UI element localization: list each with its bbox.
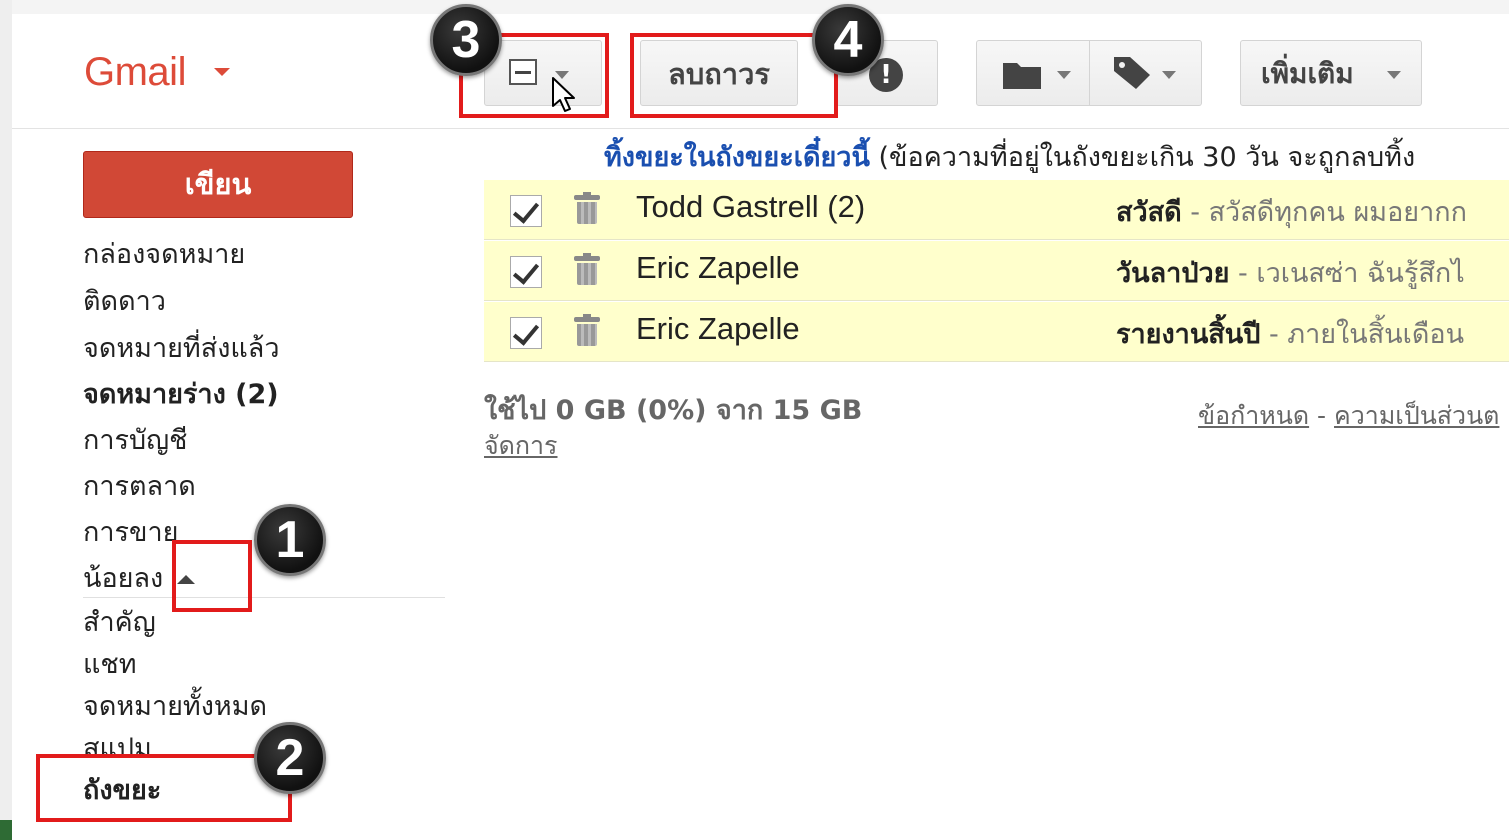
footer-links: ข้อกำหนด - ความเป็นส่วนต (1198, 396, 1499, 436)
folder-icon (1003, 63, 1041, 89)
table-row[interactable]: Eric Zapelle วันลาป่วย - เวเนสซ่า ฉันรู้… (484, 241, 1509, 301)
storage-usage: ใช้ไป 0 GB (0%) จาก 15 GB (484, 395, 863, 426)
tag-icon (1114, 57, 1150, 89)
move-to-button[interactable] (976, 40, 1090, 106)
window-top-strip (0, 0, 1509, 14)
sidebar-item-sent[interactable]: จดหมายที่ส่งแล้ว (83, 331, 280, 367)
trash-icon (574, 192, 600, 225)
sidebar-item-drafts[interactable]: จดหมายร่าง (2) (83, 377, 279, 413)
less-label: น้อยลง (83, 563, 164, 594)
row-checkbox[interactable] (510, 256, 542, 288)
trash-notice: ทิ้งขยะในถังขยะเดี๋ยวนี้ (ข้อความที่อยู่… (604, 135, 1415, 178)
row-checkbox[interactable] (510, 317, 542, 349)
trash-icon (574, 314, 600, 347)
privacy-link[interactable]: ความเป็นส่วนต (1334, 401, 1499, 430)
step-1-badge: 1 (254, 504, 326, 576)
mouse-pointer-icon (552, 77, 575, 112)
row-checkbox[interactable] (510, 195, 542, 227)
message-sender: Eric Zapelle (636, 250, 800, 285)
message-subject: สวัสดี - สวัสดีทุกคน ผมอยากก (1116, 190, 1467, 233)
sidebar-item-accounting[interactable]: การบัญชี (83, 423, 187, 459)
table-row[interactable]: Todd Gastrell (2) สวัสดี - สวัสดีทุกคน ผ… (484, 180, 1509, 240)
manage-storage-link[interactable]: จัดการ (484, 426, 558, 466)
terms-link[interactable]: ข้อกำหนด (1198, 401, 1309, 430)
table-row[interactable]: Eric Zapelle รายงานสิ้นปี - ภายในสิ้นเดื… (484, 302, 1509, 362)
screenshot-stage: Gmail ลบถาวร ! เพิ่มเติม เขียน กล่องจดหม… (0, 0, 1509, 840)
sidebar-item-sales[interactable]: การขาย (83, 515, 178, 551)
subject-text: สวัสดี (1116, 197, 1182, 228)
gmail-menu-caret-icon[interactable] (214, 68, 230, 76)
sidebar-item-starred[interactable]: ติดดาว (83, 284, 166, 320)
subject-text: วันลาป่วย (1116, 258, 1230, 289)
step-4-badge: 4 (812, 4, 884, 76)
sidebar-item-all-mail[interactable]: จดหมายทั้งหมด (83, 689, 267, 725)
message-snippet: - เวเนสซ่า ฉันรู้สึกไ (1229, 258, 1465, 289)
message-snippet: - ภายในสิ้นเดือน (1260, 319, 1465, 350)
step-3-badge: 3 (430, 4, 502, 76)
highlight-box-less (172, 540, 252, 612)
message-sender: Todd Gastrell (2) (636, 189, 866, 224)
empty-trash-link[interactable]: ทิ้งขยะในถังขยะเดี๋ยวนี้ (604, 142, 870, 173)
message-subject: วันลาป่วย - เวเนสซ่า ฉันรู้สึกไ (1116, 251, 1465, 294)
message-sender: Eric Zapelle (636, 311, 800, 346)
sidebar-item-marketing[interactable]: การตลาด (83, 469, 196, 505)
sidebar-divider (83, 597, 445, 598)
highlight-box-delete-forever (630, 33, 838, 118)
gmail-logo[interactable]: Gmail (84, 50, 186, 95)
desktop-corner (0, 820, 12, 840)
trash-icon (574, 253, 600, 286)
chevron-down-icon (1387, 71, 1401, 79)
labels-button[interactable] (1090, 40, 1202, 106)
sidebar-item-chats[interactable]: แชท (83, 647, 137, 683)
chevron-down-icon (1057, 71, 1071, 79)
trash-notice-text: (ข้อความที่อยู่ในถังขยะเกิน 30 วัน จะถูก… (878, 142, 1416, 173)
subject-text: รายงานสิ้นปี (1116, 319, 1261, 350)
sidebar-item-inbox[interactable]: กล่องจดหมาย (83, 237, 245, 273)
sidebar-item-important[interactable]: สำคัญ (83, 605, 156, 641)
message-subject: รายงานสิ้นปี - ภายในสิ้นเดือน (1116, 312, 1464, 355)
message-snippet: - สวัสดีทุกคน ผมอยากก (1181, 197, 1467, 228)
footer-separator: - (1309, 401, 1335, 430)
chevron-down-icon (1162, 71, 1176, 79)
window-left-edge (0, 0, 12, 840)
compose-button[interactable]: เขียน (83, 151, 353, 218)
more-button[interactable]: เพิ่มเติม (1240, 40, 1422, 106)
step-2-badge: 2 (254, 722, 326, 794)
